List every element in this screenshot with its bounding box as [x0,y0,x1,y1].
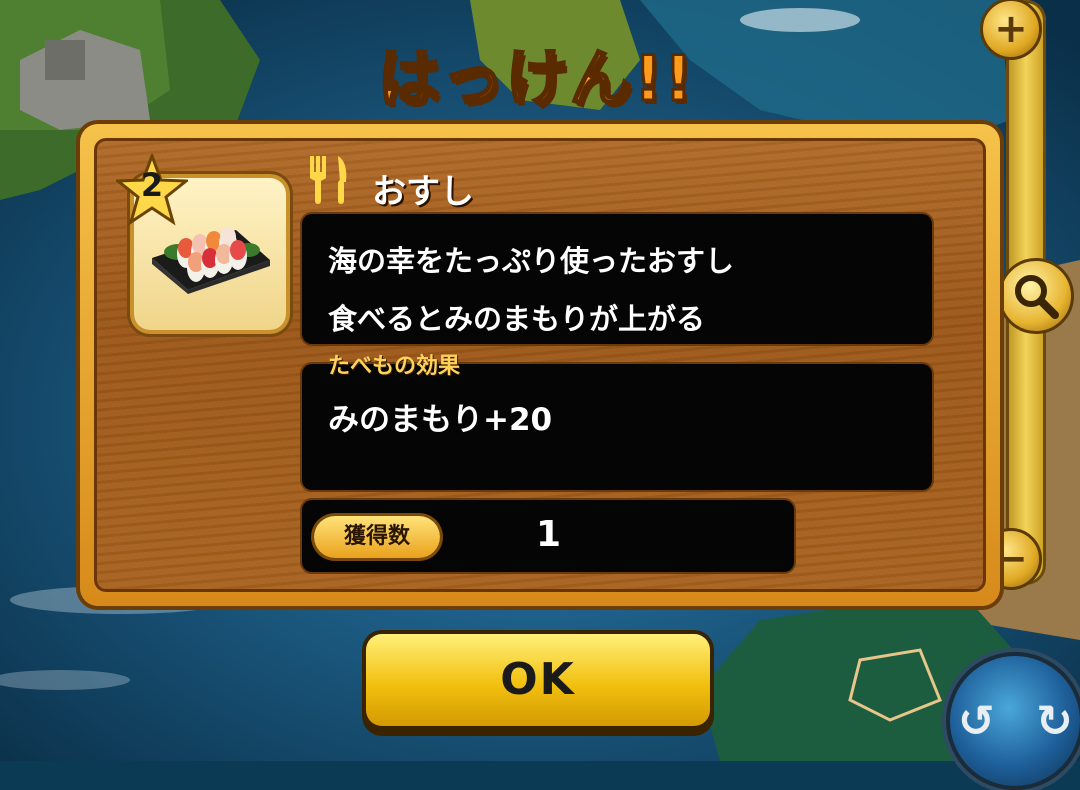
rotate-right-icon: ↻ [1036,696,1073,747]
zoom-in-button[interactable]: + [980,0,1042,60]
globe-rotate-button[interactable]: ↺ ↻ [946,652,1080,790]
acquired-count-label: 獲得数 [314,516,440,558]
rotate-left-icon: ↺ [958,696,995,747]
item-name: おすし [372,172,474,212]
fork-knife-icon [310,156,347,204]
plus-icon: + [994,6,1028,52]
description-line: 海の幸をたっぷり使ったおすし [328,244,735,278]
discovery-title: はっけん!! [377,41,695,117]
description-line: 食べるとみのまもりが上がる [328,302,706,336]
zoom-slider-knob[interactable] [998,258,1074,334]
rarity-level: 2 [140,166,164,204]
acquired-count-value: 1 [536,514,562,555]
food-effect-label: たべもの効果 [328,354,461,379]
magnifier-icon [1015,275,1059,319]
ok-button[interactable]: OK [366,634,710,726]
food-effect-value: みのまもり+20 [328,402,553,438]
